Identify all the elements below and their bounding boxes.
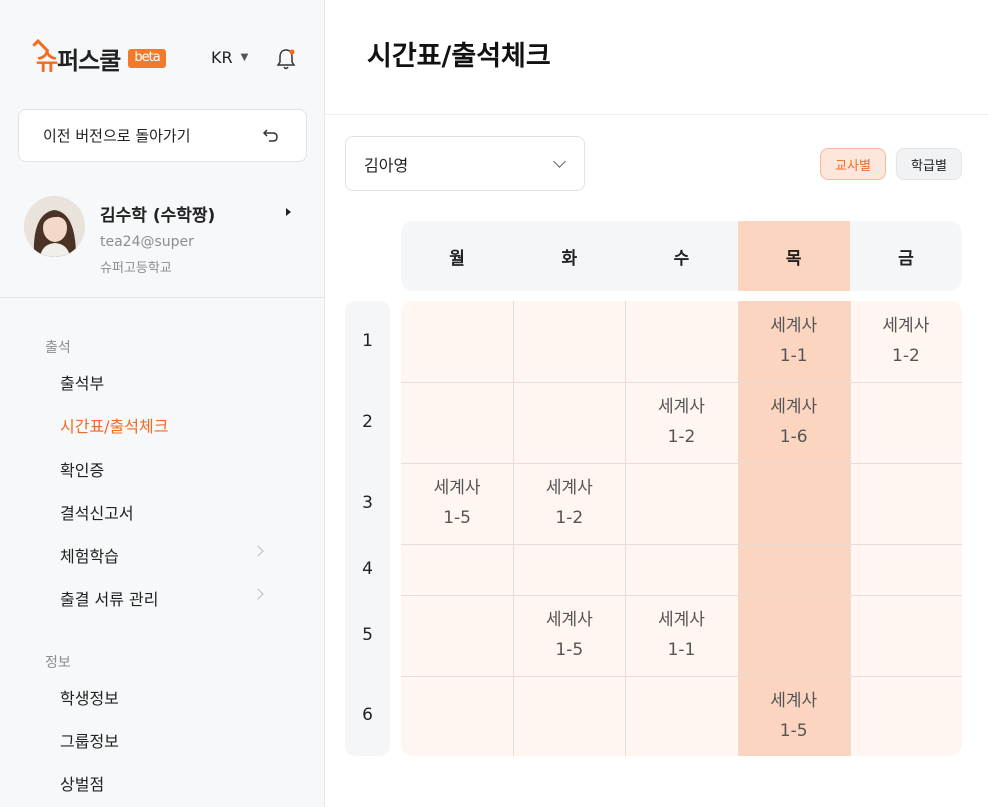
cell-subject: 세계사 [545, 610, 593, 630]
timetable-cell[interactable]: 세계사 1-1 [625, 605, 737, 665]
language-selector[interactable]: KR ▼ [211, 48, 248, 67]
grid-hline [401, 676, 962, 677]
day-header-4: 금 [898, 248, 914, 269]
page-title: 시간표/출석체크 [367, 41, 551, 72]
sidebar-item-certificate[interactable]: 확인증 [60, 457, 270, 481]
teacher-select[interactable]: 김아영 [345, 136, 585, 191]
sidebar-item-group-info[interactable]: 그룹정보 [60, 728, 270, 752]
sidebar-item-absence-report[interactable]: 결석신고서 [60, 500, 270, 524]
timetable-day-header: 월화수목금 [401, 221, 962, 291]
cell-subject: 세계사 [658, 397, 705, 417]
profile-name: 김수학 (수학짱) [100, 206, 216, 226]
profile-email: tea24@super [100, 234, 194, 250]
period-label-5: 5 [362, 624, 373, 645]
cell-class: 1-1 [779, 346, 808, 366]
user-profile[interactable]: 김수학 (수학짱) tea24@super 슈퍼고등학교 [24, 196, 304, 276]
cell-subject: 세계사 [882, 316, 930, 336]
back-button-label: 이전 버전으로 돌아가기 [43, 127, 191, 145]
sidebar-item-field-trip[interactable]: 체험학습 [60, 543, 270, 567]
sidebar-item-student-info[interactable]: 학생정보 [60, 685, 270, 709]
avatar [24, 196, 85, 257]
back-to-previous-version-button[interactable]: 이전 버전으로 돌아가기 [18, 109, 307, 162]
timetable-cell[interactable]: 세계사 1-2 [513, 473, 625, 533]
chevron-right-icon [252, 545, 264, 557]
grid-hline [401, 544, 962, 545]
day-header-0: 월 [449, 248, 465, 269]
page-header: 시간표/출석체크 [325, 0, 988, 115]
profile-expand-icon[interactable] [286, 208, 291, 216]
cell-class: 1-1 [667, 640, 696, 660]
sidebar-item-merit-points[interactable]: 상벌점 [60, 771, 270, 795]
bell-icon[interactable] [276, 47, 296, 71]
timetable-cell[interactable]: 세계사 1-2 [625, 392, 737, 452]
logo[interactable]: 슈 퍼스쿨 beta [32, 38, 166, 76]
timetable-cell[interactable]: 세계사 1-5 [513, 605, 625, 665]
grid-vline [625, 301, 627, 756]
timetable-cell[interactable]: 세계사 1-2 [850, 311, 962, 371]
period-label-1: 1 [362, 330, 373, 351]
sidebar-item-field-trip-label: 체험학습 [60, 547, 119, 566]
timetable-cell[interactable]: 세계사 1-6 [738, 392, 850, 452]
sidebar-item-timetable[interactable]: 시간표/출석체크 [60, 413, 270, 437]
period-label-4: 4 [362, 558, 373, 579]
timetable-cell[interactable]: 세계사 1-5 [401, 473, 513, 533]
cell-class: 1-5 [443, 508, 471, 528]
toggle-by-teacher[interactable]: 교사별 [820, 148, 886, 180]
cell-class: 1-2 [892, 346, 920, 366]
sidebar-item-attendance-book[interactable]: 출석부 [60, 370, 270, 394]
cell-subject: 세계사 [770, 316, 818, 336]
day-header-3: 목 [737, 221, 850, 291]
sidebar-item-attendance-documents[interactable]: 출결 서류 관리 [60, 586, 270, 610]
chevron-right-icon [252, 588, 264, 600]
undo-icon [262, 129, 278, 142]
grid-hline [401, 382, 962, 383]
cell-class: 1-2 [555, 508, 584, 528]
language-label: KR [211, 48, 233, 67]
main-content: 시간표/출석체크 김아영 교사별 학급별 월 화 수 목 금 1 2 3 4 5 6 세계사 1-1… [325, 0, 988, 807]
chevron-down-icon [553, 155, 566, 168]
cell-subject: 세계사 [770, 397, 818, 417]
period-label-6: 6 [362, 705, 373, 725]
sidebar-divider [0, 297, 325, 298]
cell-subject: 세계사 [433, 478, 481, 498]
toggle-by-class[interactable]: 학급별 [896, 148, 962, 180]
caret-down-icon: ▼ [240, 52, 249, 63]
cell-class: 1-2 [667, 427, 696, 447]
period-label-3: 3 [362, 492, 373, 513]
grid-hline [401, 463, 962, 464]
timetable-period-column: 1 2 3 4 5 6 [345, 301, 390, 756]
day-header-2: 수 [673, 248, 690, 269]
cell-subject: 세계사 [658, 610, 705, 630]
grid-hline [401, 595, 962, 596]
timetable-cell[interactable]: 세계사 1-1 [738, 311, 850, 371]
cell-class: 1-5 [779, 721, 808, 741]
timetable-grid: 세계사 1-1 세계사 1-2 세계사 1-2 세계사 1-6 세계사 1-5 세계사 1-2 세계사 1… [401, 301, 962, 756]
cell-class: 1-6 [779, 427, 808, 447]
day-header-1: 화 [561, 248, 578, 269]
sidebar-item-attendance-documents-label: 출결 서류 관리 [60, 590, 159, 609]
menu-section-info: 정보 [45, 655, 71, 671]
profile-school: 슈퍼고등학교 [100, 261, 172, 276]
teacher-select-value: 김아영 [364, 155, 409, 175]
timetable-cell[interactable]: 세계사 1-5 [738, 686, 850, 746]
cell-subject: 세계사 [545, 478, 593, 498]
logo-text: 퍼스쿨 [57, 46, 121, 75]
menu-section-attendance: 출석 [45, 340, 71, 356]
brand: 슈 퍼스쿨 beta [32, 36, 166, 80]
beta-badge: beta [128, 48, 166, 68]
cell-class: 1-5 [555, 640, 584, 660]
period-label-2: 2 [362, 411, 373, 432]
sidebar: 슈 퍼스쿨 beta KR ▼ 이전 버전으로 돌아가기 김수학 (수학짱) t… [0, 0, 325, 807]
cell-subject: 세계사 [770, 691, 818, 711]
